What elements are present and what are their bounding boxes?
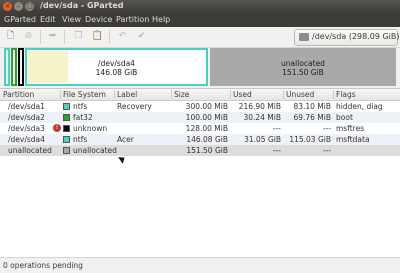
partition-name: /dev/sda2 bbox=[8, 113, 45, 122]
partition-name: unallocated bbox=[8, 146, 52, 155]
sda4-map-name: /dev/sda4 bbox=[98, 59, 135, 68]
menu-help[interactable]: Help bbox=[152, 15, 170, 24]
partition-label: Recovery bbox=[117, 102, 152, 111]
column-header-filesystem[interactable]: File System bbox=[63, 90, 106, 99]
column-header-partition[interactable]: Partition bbox=[3, 90, 34, 99]
partition-unused: 115.03 GiB bbox=[289, 135, 331, 144]
partition-used: --- bbox=[272, 146, 281, 155]
menu-gparted[interactable]: GParted bbox=[4, 15, 36, 24]
column-separator bbox=[171, 90, 172, 99]
column-header-row: Partition File System Label Size Used Un… bbox=[0, 89, 400, 101]
table-row-unallocated[interactable]: unallocated unallocated 151.50 GiB --- -… bbox=[0, 145, 400, 156]
table-row-sda3[interactable]: /dev/sda3 ! unknown 128.00 MiB --- --- m… bbox=[0, 123, 400, 134]
filesystem: ntfs bbox=[73, 135, 88, 144]
filesystem: unknown bbox=[73, 124, 108, 133]
minimize-window-button[interactable]: – bbox=[14, 2, 23, 11]
delete-partition-icon[interactable]: ⊘ bbox=[22, 30, 35, 43]
partition-flags: msftres bbox=[336, 124, 365, 133]
operations-pending: 0 operations pending bbox=[3, 261, 83, 270]
column-separator bbox=[230, 90, 231, 99]
filesystem-color-swatch bbox=[63, 147, 70, 154]
menu-view[interactable]: View bbox=[62, 15, 81, 24]
maximize-window-button[interactable]: □ bbox=[25, 2, 34, 11]
device-selector[interactable]: /dev/sda (298.09 GiB) bbox=[294, 29, 400, 46]
partition-size: 128.00 MiB bbox=[185, 124, 228, 133]
partition-list[interactable]: Partition File System Label Size Used Un… bbox=[0, 88, 400, 257]
menu-edit[interactable]: Edit bbox=[40, 15, 56, 24]
partition-size: 151.50 GiB bbox=[186, 146, 228, 155]
partition-size: 100.00 MiB bbox=[185, 113, 228, 122]
column-separator bbox=[114, 90, 115, 99]
menu-partition[interactable]: Partition bbox=[116, 15, 149, 24]
map-segment-sda4[interactable]: /dev/sda4 146.08 GiB bbox=[25, 48, 208, 86]
close-window-button[interactable]: × bbox=[3, 2, 12, 11]
sda4-map-size: 146.08 GiB bbox=[95, 68, 138, 77]
column-header-unused[interactable]: Unused bbox=[286, 90, 314, 99]
copy-icon[interactable]: ❐ bbox=[72, 30, 85, 43]
partition-name: /dev/sda4 bbox=[8, 135, 45, 144]
unallocated-map-name: unallocated bbox=[281, 59, 325, 68]
undo-icon[interactable]: ↶ bbox=[116, 30, 129, 43]
unallocated-map-size: 151.50 GiB bbox=[282, 68, 324, 77]
filesystem-color-swatch bbox=[63, 114, 70, 121]
filesystem-color-swatch bbox=[63, 103, 70, 110]
window-title: /dev/sda - GParted bbox=[40, 1, 124, 10]
new-partition-icon[interactable]: 🗋 bbox=[4, 30, 17, 43]
partition-used: 31.05 GiB bbox=[244, 135, 281, 144]
partition-unused: --- bbox=[322, 146, 331, 155]
column-separator bbox=[283, 90, 284, 99]
device-selector-label: /dev/sda (298.09 GiB) bbox=[312, 32, 400, 41]
harddisk-icon bbox=[299, 33, 309, 41]
partition-name: /dev/sda1 bbox=[8, 102, 45, 111]
map-segment-sda2[interactable] bbox=[11, 48, 17, 86]
title-bar: × – □ /dev/sda - GParted bbox=[0, 0, 400, 14]
column-header-used[interactable]: Used bbox=[233, 90, 252, 99]
partition-map[interactable]: /dev/sda4 146.08 GiB unallocated 151.50 … bbox=[4, 48, 396, 86]
table-row-sda1[interactable]: /dev/sda1 ntfs Recovery 300.00 MiB 216.9… bbox=[0, 101, 400, 112]
column-separator bbox=[60, 90, 61, 99]
column-header-size[interactable]: Size bbox=[174, 90, 189, 99]
filesystem-color-swatch bbox=[63, 136, 70, 143]
partition-used: 216.90 MiB bbox=[238, 102, 281, 111]
filesystem: fat32 bbox=[73, 113, 93, 122]
partition-size: 300.00 MiB bbox=[185, 102, 228, 111]
partition-flags: msftdata bbox=[336, 135, 370, 144]
table-row-sda2[interactable]: /dev/sda2 fat32 100.00 MiB 30.24 MiB 69.… bbox=[0, 112, 400, 123]
partition-unused: 69.76 MiB bbox=[293, 113, 331, 122]
warning-icon: ! bbox=[53, 124, 61, 132]
map-segment-unallocated[interactable]: unallocated 151.50 GiB bbox=[210, 48, 396, 86]
partition-name: /dev/sda3 bbox=[8, 124, 45, 133]
partition-size: 146.08 GiB bbox=[186, 135, 228, 144]
filesystem: ntfs bbox=[73, 102, 88, 111]
partition-used: 30.24 MiB bbox=[243, 113, 281, 122]
partition-used: --- bbox=[272, 124, 281, 133]
partition-unused: --- bbox=[322, 124, 331, 133]
partition-flags: hidden, diag bbox=[336, 102, 383, 111]
filesystem: unallocated bbox=[73, 146, 117, 155]
toolbar-separator bbox=[40, 30, 41, 44]
table-row-sda4[interactable]: /dev/sda4 ntfs Acer 146.08 GiB 31.05 GiB… bbox=[0, 134, 400, 145]
partition-unused: 83.10 MiB bbox=[293, 102, 331, 111]
partition-flags: boot bbox=[336, 113, 353, 122]
column-header-flags[interactable]: Flags bbox=[336, 90, 356, 99]
menu-device[interactable]: Device bbox=[85, 15, 112, 24]
partition-label: Acer bbox=[117, 135, 134, 144]
apply-icon[interactable]: ✔ bbox=[135, 30, 148, 43]
menu-bar: GParted Edit View Device Partition Help bbox=[0, 14, 400, 27]
filesystem-color-swatch bbox=[63, 125, 70, 132]
resize-move-icon[interactable]: ➡ bbox=[46, 30, 59, 43]
toolbar: 🗋 ⊘ ➡ ❐ 📋 ↶ ✔ /dev/sda (298.09 GiB) bbox=[0, 27, 400, 48]
paste-icon[interactable]: 📋 bbox=[91, 30, 104, 43]
toolbar-separator bbox=[109, 30, 110, 44]
column-separator bbox=[333, 90, 334, 99]
status-bar: 0 operations pending bbox=[0, 257, 400, 273]
map-segment-sda3[interactable] bbox=[18, 48, 24, 86]
map-segment-sda1[interactable] bbox=[4, 48, 10, 86]
toolbar-separator bbox=[64, 30, 65, 44]
column-header-label[interactable]: Label bbox=[117, 90, 137, 99]
